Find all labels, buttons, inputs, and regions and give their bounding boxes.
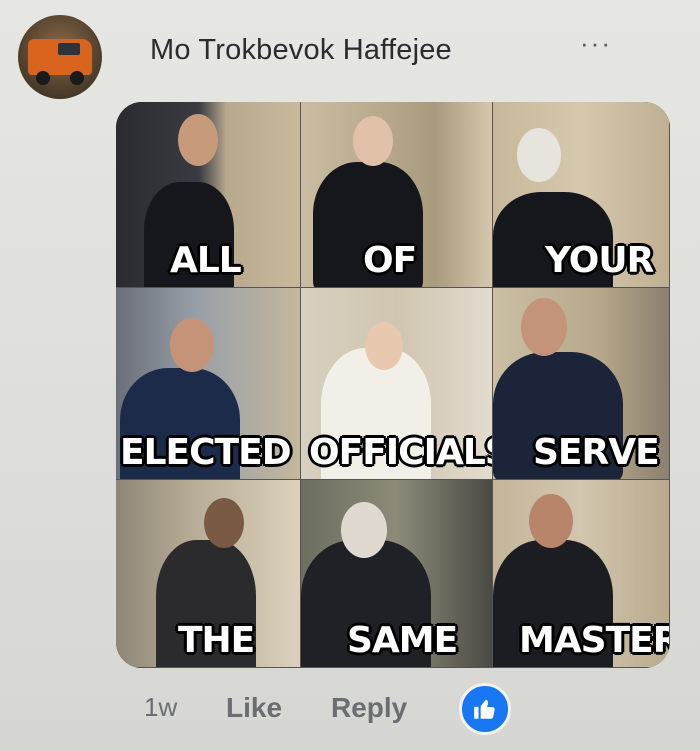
meme-cell: MASTER — [493, 480, 670, 668]
meme-cell: YOUR — [493, 102, 670, 288]
meme-caption: SAME — [347, 620, 458, 661]
meme-cell: ALL — [116, 102, 301, 288]
figure-head — [170, 318, 214, 372]
figure-head — [204, 498, 244, 548]
meme-cell: THE — [116, 480, 301, 668]
truck-wheel — [70, 71, 84, 85]
figure-head — [517, 128, 561, 182]
truck-wheel — [36, 71, 50, 85]
meme-caption: ALL — [170, 240, 242, 281]
meme-cell: SERVE — [493, 288, 670, 480]
thumbs-up-glyph — [474, 699, 495, 719]
figure-head — [521, 298, 567, 356]
meme-caption: SERVE — [533, 432, 660, 473]
meme-caption: YOUR — [545, 240, 654, 281]
meme-cell: ELECTED — [116, 288, 301, 480]
truck-window — [58, 43, 80, 55]
figure-head — [353, 116, 393, 166]
reply-button[interactable]: Reply — [331, 692, 407, 724]
meme-cell: SAME — [301, 480, 493, 668]
meme-caption: OF — [363, 240, 417, 281]
more-options-icon[interactable]: ··· — [580, 28, 612, 59]
figure-head — [178, 114, 218, 166]
meme-cell: OF — [301, 102, 493, 288]
author-name[interactable]: Mo Trokbevok Haffejee — [150, 34, 452, 67]
figure-head — [341, 502, 387, 558]
meme-caption: THE — [178, 620, 255, 661]
figure-head — [529, 494, 573, 548]
timestamp[interactable]: 1w — [144, 692, 177, 723]
meme-caption: ELECTED — [120, 432, 292, 473]
screen: Mo Trokbevok Haffejee ··· ALL OF YOUR EL… — [0, 0, 700, 751]
avatar[interactable] — [18, 15, 102, 99]
thumbs-up-icon[interactable] — [459, 683, 511, 735]
meme-image[interactable]: ALL OF YOUR ELECTED OFFICIALS SERVE THE … — [116, 102, 670, 668]
meme-caption: MASTER — [519, 620, 670, 661]
meme-caption: OFFICIALS — [309, 432, 493, 473]
meme-cell: OFFICIALS — [301, 288, 493, 480]
like-button[interactable]: Like — [226, 692, 282, 724]
figure-head — [365, 322, 403, 370]
